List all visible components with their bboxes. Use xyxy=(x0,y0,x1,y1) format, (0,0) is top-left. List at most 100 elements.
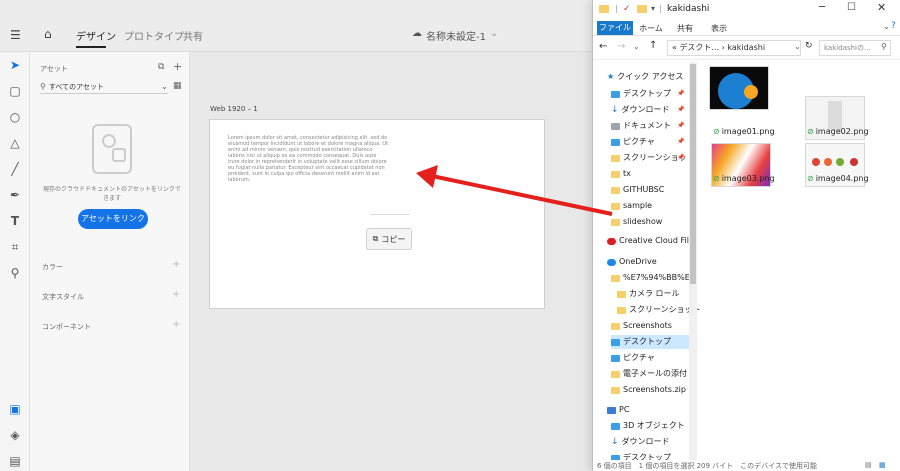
pin-icon: 📌 xyxy=(677,90,685,97)
nav-tx[interactable]: tx xyxy=(611,167,697,181)
nav-pc-downloads[interactable]: ↓ ダウンロード xyxy=(611,435,697,449)
nav-slideshow[interactable]: slideshow xyxy=(611,215,697,229)
character-styles-section-label: 文字スタイル xyxy=(42,293,84,301)
home-icon[interactable]: ⌂ xyxy=(44,27,52,41)
nav-scrollbar-thumb[interactable] xyxy=(690,64,696,284)
assets-icon[interactable]: ▣ xyxy=(8,402,22,416)
nav-sample[interactable]: sample xyxy=(611,199,697,213)
pictures-icon xyxy=(611,138,620,146)
close-icon[interactable]: ✕ xyxy=(877,1,886,14)
back-arrow-icon[interactable]: ← xyxy=(599,41,607,52)
nav-label: デスクトップ xyxy=(623,89,671,98)
status-bar: 6 個の項目 1 個の項目を選択 209 バイト このデバイスで使用可能 ▤ ▦ xyxy=(593,460,900,471)
download-icon: ↓ xyxy=(611,105,619,115)
pc-icon xyxy=(607,406,616,414)
file-item-image03[interactable]: ⊘ image03.png xyxy=(713,174,775,183)
nav-onedrive[interactable]: OneDrive xyxy=(607,255,693,269)
document-title[interactable]: ☁ 名称未設定-1 ⌄ xyxy=(412,28,498,43)
minimize-icon[interactable]: ─ xyxy=(819,2,825,13)
ribbon-tab-share[interactable]: 共有 xyxy=(677,23,693,34)
plugins-icon[interactable]: ▤ xyxy=(8,454,22,468)
3d-objects-icon xyxy=(611,422,620,430)
nav-onedrive-desktop[interactable]: デスクトップ xyxy=(611,335,697,349)
download-icon: ↓ xyxy=(611,437,619,447)
artboard-label[interactable]: Web 1920 – 1 xyxy=(210,105,258,113)
nav-screenshots-zip[interactable]: Screenshots.zip xyxy=(611,383,697,397)
star-icon: ★ xyxy=(607,72,615,81)
ribbon-tab-file[interactable]: ファイル xyxy=(597,21,633,35)
polygon-tool-icon[interactable]: △ xyxy=(8,136,22,150)
nav-githubsc[interactable]: GITHUBSC xyxy=(611,183,697,197)
nav-label: ダウンロード xyxy=(621,437,670,446)
line-tool-icon[interactable]: ╱ xyxy=(8,162,22,176)
layers-icon[interactable]: ◈ xyxy=(8,428,22,442)
nav-email-attachments[interactable]: 電子メールの添付 xyxy=(611,367,697,381)
divider xyxy=(370,214,410,215)
copy-button[interactable]: ⧉ コピー xyxy=(366,228,412,250)
details-view-icon[interactable]: ▤ xyxy=(865,461,872,469)
nav-creative-cloud[interactable]: Creative Cloud File xyxy=(607,234,693,248)
ribbon-tab-home[interactable]: ホーム xyxy=(639,23,663,34)
search-placeholder: kakidashiの... xyxy=(824,44,871,52)
window-title: kakidashi xyxy=(667,4,710,14)
select-tool-icon[interactable]: ➤ xyxy=(8,58,22,72)
add-color-icon[interactable]: + xyxy=(172,259,180,270)
help-icon[interactable]: ? xyxy=(891,21,896,31)
ribbon-tab-view[interactable]: 表示 xyxy=(711,23,727,34)
nav-pc[interactable]: PC xyxy=(607,403,693,417)
file-item-image02[interactable]: ⊘ image02.png xyxy=(807,127,869,136)
lorem-text-block[interactable]: Lorem ipsum dolor sit amet, consectetur … xyxy=(228,135,388,183)
new-folder-icon[interactable] xyxy=(637,5,647,13)
ellipse-tool-icon[interactable]: ○ xyxy=(8,110,22,124)
nav-encoded-folder[interactable]: %E7%94%BB%E5 xyxy=(611,271,697,285)
address-bar[interactable]: « デスクト... › kakidashi xyxy=(667,40,801,56)
file-item-image01[interactable]: ⊘ image01.png xyxy=(713,127,775,136)
add-character-style-icon[interactable]: + xyxy=(172,289,180,300)
ribbon-expand-icon[interactable]: ⌄ xyxy=(883,22,890,31)
chevron-down-icon: ⌄ xyxy=(161,82,168,91)
nav-label: ダウンロード xyxy=(621,105,670,114)
navigation-pane: ★ クイック アクセス デスクトップ 📌 ↓ ダウンロード 📌 ドキュメント 📌 ピ… xyxy=(593,62,701,462)
refresh-icon[interactable]: ↻ xyxy=(805,41,813,51)
text-tool-icon[interactable]: T xyxy=(8,214,22,228)
rectangle-tool-icon[interactable]: ▢ xyxy=(8,84,22,98)
forward-arrow-icon[interactable]: → xyxy=(617,41,625,52)
assets-panel-title: アセット xyxy=(40,65,68,73)
creative-cloud-icon xyxy=(607,237,616,245)
nav-label: 電子メールの添付 xyxy=(623,369,687,378)
zoom-tool-icon[interactable]: ⚲ xyxy=(8,266,22,280)
folder-icon xyxy=(611,186,620,194)
nav-label: Screenshots xyxy=(623,321,672,330)
nav-label: デスクトップ xyxy=(623,337,671,346)
grid-view-icon[interactable]: ▦ xyxy=(173,81,182,91)
large-icons-view-icon[interactable]: ▦ xyxy=(879,461,886,469)
pen-tool-icon[interactable]: ✒ xyxy=(8,188,22,202)
add-component-icon[interactable]: + xyxy=(172,319,180,330)
active-tab-indicator xyxy=(76,46,106,48)
tab-share[interactable]: 共有 xyxy=(183,28,203,43)
nav-quick-access[interactable]: ★ クイック アクセス xyxy=(607,70,693,84)
properties-icon[interactable]: ✓ xyxy=(623,4,631,14)
address-dropdown-icon[interactable]: ⌄ xyxy=(794,42,801,51)
document-icon xyxy=(611,122,620,130)
pictures-icon xyxy=(611,354,620,362)
nav-3d-objects[interactable]: 3D オブジェクト xyxy=(611,419,697,433)
tab-prototype[interactable]: プロトタイプ xyxy=(124,28,184,43)
recent-locations-icon[interactable]: ⌄ xyxy=(633,42,640,51)
nav-onedrive-pictures[interactable]: ピクチャ xyxy=(611,351,697,365)
nav-label: PC xyxy=(619,405,630,414)
add-asset-icon[interactable]: + xyxy=(173,60,182,73)
quick-access-dropdown-icon[interactable]: ▾ xyxy=(651,4,655,13)
nav-screenshots[interactable]: Screenshots xyxy=(611,319,697,333)
assets-search-dropdown[interactable]: ⚲ すべてのアセット ⌄ xyxy=(40,80,168,94)
link-assets-button[interactable]: アセットをリンク xyxy=(78,209,148,229)
maximize-icon[interactable]: ☐ xyxy=(847,2,856,13)
artboard-tool-icon[interactable]: ⌗ xyxy=(8,240,22,254)
file-item-image04[interactable]: ⊘ image04.png xyxy=(807,174,869,183)
file-thumbnail-image01[interactable] xyxy=(709,66,769,110)
up-arrow-icon[interactable]: ↑ xyxy=(649,40,657,51)
tab-design[interactable]: デザイン xyxy=(76,28,116,43)
folder-icon xyxy=(617,306,626,314)
hamburger-menu-icon[interactable]: ☰ xyxy=(10,28,21,42)
open-new-window-icon[interactable]: ⧉ xyxy=(158,62,164,72)
